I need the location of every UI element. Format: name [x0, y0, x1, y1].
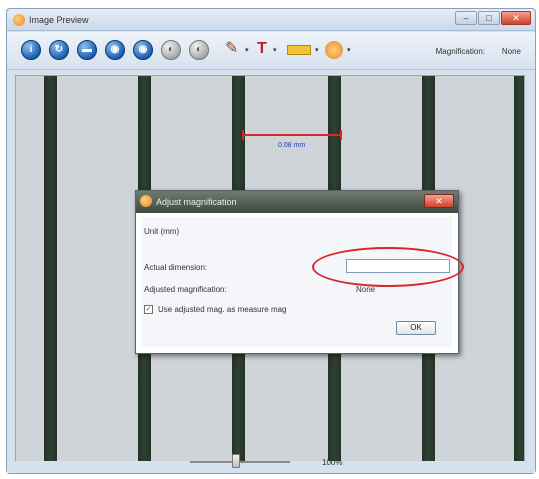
- info-icon[interactable]: i: [21, 40, 41, 60]
- color-dropdown-icon[interactable]: ▾: [315, 46, 319, 54]
- measurement-line[interactable]: [242, 130, 342, 140]
- dialog-title: Adjust magnification: [156, 197, 237, 207]
- zoom-slider-track[interactable]: [190, 461, 290, 463]
- pencil-dropdown-icon[interactable]: ▾: [245, 46, 249, 54]
- magnification-label: Magnification:: [435, 47, 485, 56]
- app-icon: [13, 14, 25, 26]
- measurement-label: 0.08 mm: [278, 142, 306, 149]
- disabled-2-icon[interactable]: ◐: [189, 40, 209, 60]
- magnification-dropdown-icon[interactable]: ▾: [347, 46, 351, 54]
- adjusted-magnification-label: Adjusted magnification:: [144, 285, 227, 294]
- sample-line: [514, 76, 524, 462]
- sample-line: [44, 76, 57, 462]
- text-tool-icon[interactable]: T: [257, 38, 267, 60]
- magnification-value: None: [501, 47, 521, 56]
- dialog-title-bar[interactable]: Adjust magnification ✕: [136, 191, 458, 213]
- settings-icon[interactable]: ◉: [133, 40, 153, 60]
- magnification-icon[interactable]: [325, 41, 343, 59]
- window-controls: – □ ✕: [455, 11, 531, 25]
- dialog-close-button[interactable]: ✕: [424, 194, 454, 208]
- maximize-button[interactable]: □: [478, 11, 500, 25]
- adjusted-magnification-value: None: [356, 285, 376, 294]
- highlight-annotation: [312, 247, 464, 287]
- text-dropdown-icon[interactable]: ▾: [273, 46, 277, 54]
- actual-dimension-label: Actual dimension:: [144, 263, 208, 272]
- zoom-level: 100%: [322, 458, 343, 467]
- toolbar: i ↻ ▬ ◉ ◉ ◐ ◐ ✎ ▾ T ▾ ▾ ▾ Magnification:…: [7, 32, 535, 70]
- dialog-body: Unit (mm) Actual dimension: Adjusted mag…: [142, 217, 464, 347]
- color-fill-icon[interactable]: [287, 45, 311, 55]
- zoom-slider-thumb[interactable]: [232, 454, 240, 468]
- ok-button[interactable]: OK: [396, 321, 436, 335]
- save-icon[interactable]: ▬: [77, 40, 97, 60]
- dialog-app-icon: [140, 195, 152, 207]
- adjust-magnification-dialog: Adjust magnification ✕ Unit (mm) Actual …: [135, 190, 464, 354]
- refresh-icon[interactable]: ↻: [49, 40, 69, 60]
- window-title: Image Preview: [29, 15, 89, 25]
- use-adjusted-mag-checkbox[interactable]: ✓: [144, 305, 153, 314]
- title-bar[interactable]: Image Preview – □ ✕: [7, 9, 535, 31]
- open-icon[interactable]: ◉: [105, 40, 125, 60]
- close-button[interactable]: ✕: [501, 11, 531, 25]
- unit-label: Unit (mm): [144, 227, 180, 236]
- pencil-icon[interactable]: ✎: [225, 38, 238, 60]
- minimize-button[interactable]: –: [455, 11, 477, 25]
- use-adjusted-mag-label: Use adjusted mag. as measure mag: [158, 305, 287, 314]
- disabled-1-icon[interactable]: ◐: [161, 40, 181, 60]
